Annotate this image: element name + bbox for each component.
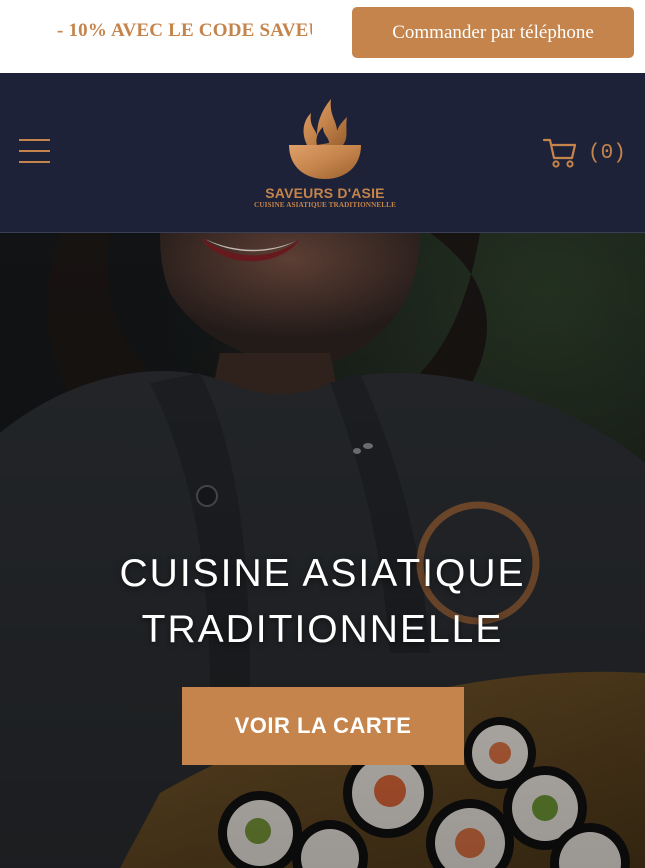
promo-text: - 10% AVEC LE CODE SAVEURS	[57, 20, 312, 41]
promo-ticker: - 10% AVEC LE CODE SAVEURS	[0, 0, 312, 66]
hero-title: CUISINE ASIATIQUE TRADITIONNELLE	[0, 546, 645, 658]
promo-bar: - 10% AVEC LE CODE SAVEURS Commander par…	[0, 0, 645, 73]
shopping-cart-icon	[542, 138, 577, 168]
order-by-phone-button[interactable]: Commander par téléphone	[352, 7, 634, 58]
hero-title-line1: CUISINE ASIATIQUE	[119, 552, 526, 595]
flame-bowl-logo	[289, 99, 361, 179]
hamburger-menu-icon[interactable]	[19, 139, 51, 165]
view-menu-button[interactable]: VOIR LA CARTE	[182, 687, 464, 765]
brand-tagline: CUISINE ASIATIQUE TRADITIONNELLE	[254, 201, 396, 209]
site-header: SAVEURS D'ASIE CUISINE ASIATIQUE TRADITI…	[0, 73, 645, 233]
hero-section: CUISINE ASIATIQUE TRADITIONNELLE VOIR LA…	[0, 233, 645, 868]
cart-button[interactable]: (0)	[542, 136, 632, 170]
brand-logo[interactable]: SAVEURS D'ASIE CUISINE ASIATIQUE TRADITI…	[245, 95, 405, 213]
brand-name: SAVEURS D'ASIE	[265, 185, 385, 201]
cart-count: (0)	[588, 142, 626, 165]
hero-title-line2: TRADITIONNELLE	[141, 608, 504, 651]
